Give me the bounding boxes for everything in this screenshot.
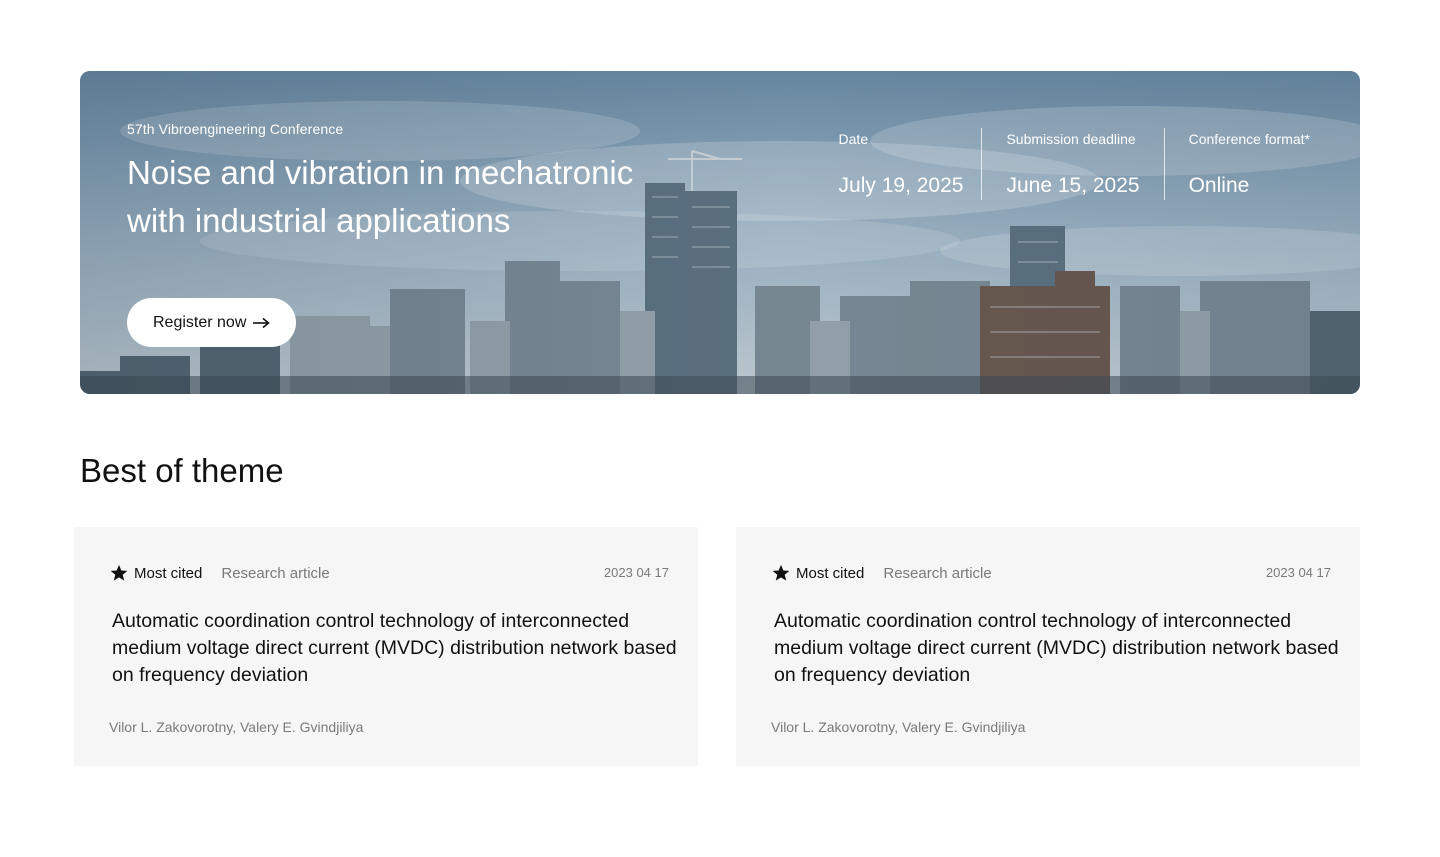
article-type: Research article (221, 564, 330, 582)
conference-name: 57th Vibroengineering Conference (127, 121, 344, 137)
conference-hero-banner: 57th Vibroengineering Conference Noise a… (80, 71, 1360, 394)
section-title: Best of theme (80, 452, 284, 489)
meta-format-value: Online (1188, 174, 1250, 197)
meta-conference-format: Conference format* Online (1163, 128, 1310, 200)
register-label: Register now (153, 313, 247, 331)
card-tags: Most cited Research article (110, 564, 330, 582)
article-title-link[interactable]: Automatic coordination control technolog… (112, 608, 678, 689)
meta-deadline-value: June 15, 2025 (1006, 174, 1140, 197)
star-icon (110, 564, 128, 581)
register-now-button[interactable]: Register now (127, 298, 297, 347)
most-cited-badge: Most cited (134, 564, 203, 582)
article-date: 2023 04 17 (603, 565, 669, 580)
conference-title: Noise and vibration in mechatronic with … (127, 154, 634, 239)
meta-date-label: Date (838, 131, 869, 147)
meta-deadline-label: Submission deadline (1006, 131, 1136, 147)
article-card[interactable]: Most cited Research article 2023 04 17 A… (736, 527, 1360, 766)
star-icon (772, 564, 790, 581)
arrow-right-icon (253, 317, 271, 328)
article-authors: Vilor L. Zakovorotny, Valery E. Gvindjil… (771, 719, 1026, 735)
article-authors: Vilor L. Zakovorotny, Valery E. Gvindjil… (109, 719, 364, 735)
card-tags: Most cited Research article (772, 564, 992, 582)
meta-submission-deadline: Submission deadline June 15, 2025 (981, 128, 1163, 200)
conference-meta: Date July 19, 2025 Submission deadline J… (839, 128, 1310, 200)
article-date: 2023 04 17 (1265, 565, 1331, 580)
meta-date: Date July 19, 2025 (839, 128, 982, 200)
article-type: Research article (883, 564, 992, 582)
most-cited-badge: Most cited (796, 564, 865, 582)
meta-format-label: Conference format* (1188, 131, 1310, 147)
article-title-link[interactable]: Automatic coordination control technolog… (774, 608, 1340, 689)
article-card[interactable]: Most cited Research article 2023 04 17 A… (74, 527, 698, 766)
meta-date-value: July 19, 2025 (838, 174, 964, 197)
